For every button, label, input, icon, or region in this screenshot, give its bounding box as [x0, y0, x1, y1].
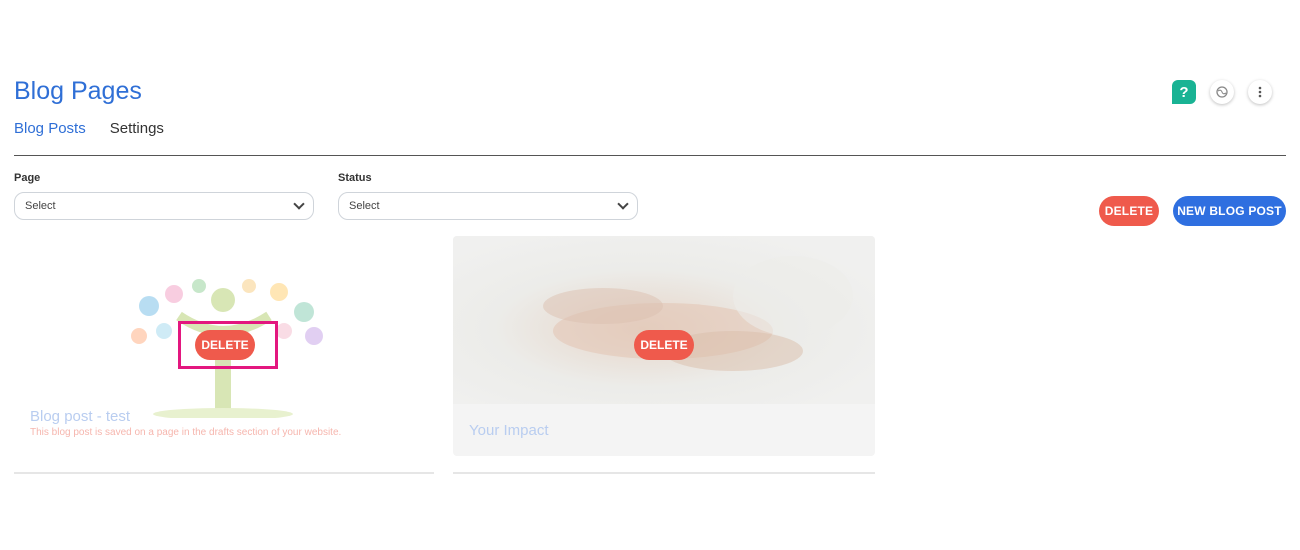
card-delete-button[interactable]: DELETE: [634, 330, 694, 360]
highlight-box: [178, 321, 278, 369]
page-filter-label: Page: [14, 172, 41, 184]
new-blog-post-button[interactable]: NEW BLOG POST: [1173, 196, 1286, 226]
blog-post-title[interactable]: Blog post - test: [30, 408, 130, 425]
status-filter-select[interactable]: Select: [338, 192, 638, 220]
tab-blog-posts[interactable]: Blog Posts: [14, 120, 86, 137]
delete-button[interactable]: DELETE: [1099, 196, 1159, 226]
blog-post-title[interactable]: Your Impact: [469, 422, 549, 439]
chevron-down-icon: [617, 198, 629, 210]
blog-post-subtitle: This blog post is saved on a page in the…: [30, 427, 342, 438]
hands-photo: [453, 236, 875, 404]
tab-bar: Blog Posts Settings: [14, 120, 164, 137]
tab-settings[interactable]: Settings: [110, 120, 164, 137]
card-divider: [14, 472, 434, 474]
status-filter-label: Status: [338, 172, 372, 184]
page-filter-value: Select: [25, 200, 56, 212]
page-title: Blog Pages: [14, 77, 142, 105]
hands-illustration: [543, 256, 853, 371]
status-filter-value: Select: [349, 200, 380, 212]
page-filter-select[interactable]: Select: [14, 192, 314, 220]
globe-icon[interactable]: [1210, 80, 1234, 104]
help-icon[interactable]: ?: [1172, 80, 1196, 104]
chevron-down-icon: [293, 198, 305, 210]
more-vertical-icon[interactable]: [1248, 80, 1272, 104]
header-divider: [14, 155, 1286, 156]
top-actions: ?: [1172, 80, 1272, 104]
card-divider: [453, 472, 875, 474]
